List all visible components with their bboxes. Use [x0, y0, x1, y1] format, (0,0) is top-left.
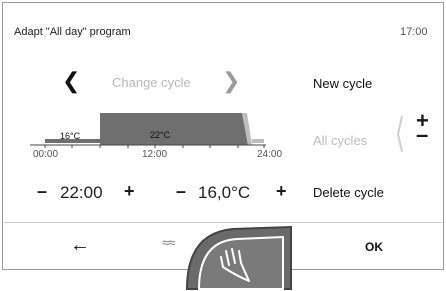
- change-cycle-label: Change cycle: [112, 75, 191, 90]
- minus-icon[interactable]: –: [416, 122, 428, 148]
- chevron-left-icon[interactable]: ❮: [62, 70, 80, 92]
- all-cycles-button[interactable]: All cycles: [313, 133, 367, 148]
- hand-touch-button[interactable]: [183, 223, 295, 291]
- time-label-mid: 12:00: [142, 149, 168, 160]
- temp-plus-button[interactable]: +: [276, 181, 287, 202]
- page-title: Adapt "All day" program: [14, 26, 131, 38]
- temp-minus-button[interactable]: –: [176, 181, 186, 202]
- time-minus-button[interactable]: –: [37, 181, 47, 202]
- ok-button[interactable]: OK: [365, 240, 383, 254]
- back-arrow-icon[interactable]: ←: [70, 234, 90, 257]
- time-value: 22:00: [60, 183, 103, 202]
- time-label-start: 00:00: [33, 149, 59, 160]
- time-label-end: 24:00: [257, 149, 283, 160]
- temp-value: 16,0°C: [198, 183, 251, 202]
- scroll-indicator: [396, 115, 403, 153]
- new-cycle-button[interactable]: New cycle: [313, 76, 372, 91]
- clock: 17:00: [400, 26, 428, 38]
- heating-icon[interactable]: ≈≈: [162, 235, 175, 250]
- low-temp-label: 16°C: [60, 131, 81, 141]
- high-temp-label: 22°C: [150, 130, 171, 140]
- high-temp-block: [100, 113, 248, 145]
- delete-cycle-button[interactable]: Delete cycle: [313, 185, 384, 200]
- time-plus-button[interactable]: +: [124, 181, 135, 202]
- chevron-right-icon[interactable]: ❯: [222, 70, 240, 92]
